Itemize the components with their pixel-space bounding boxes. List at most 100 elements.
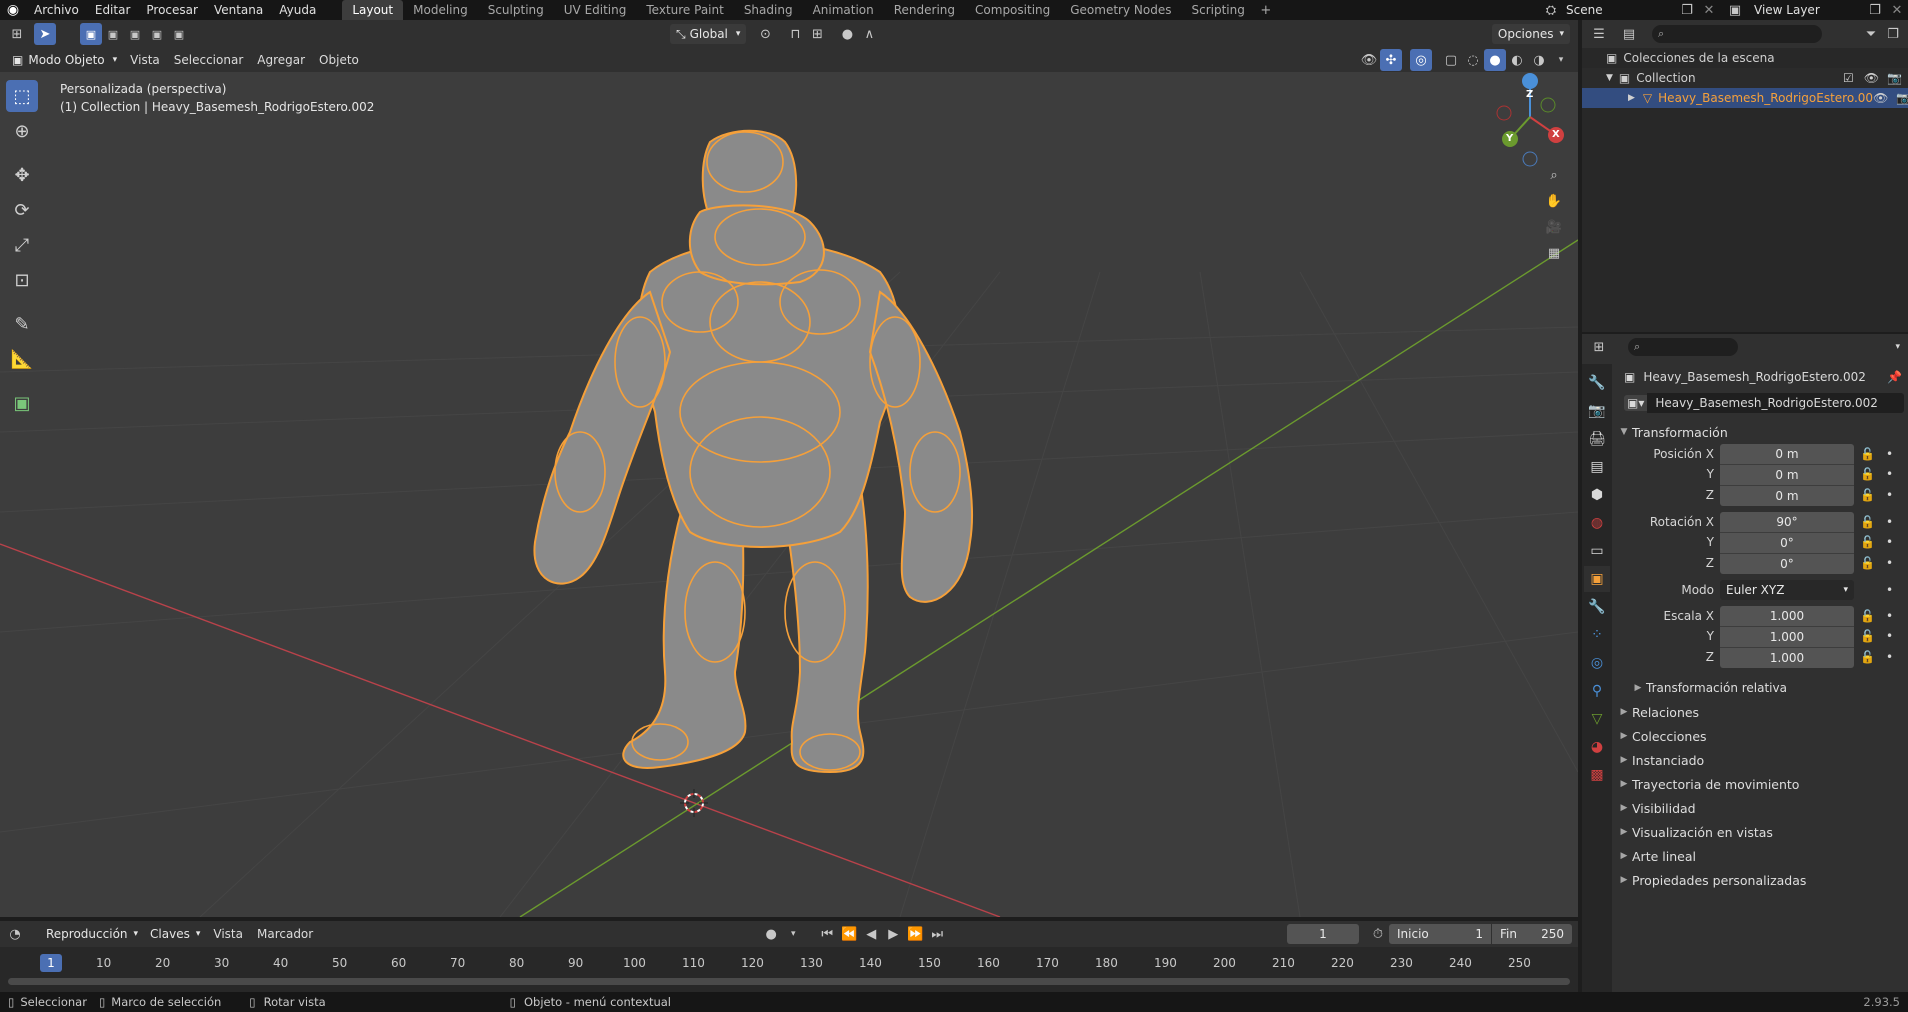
- output-tab-icon[interactable]: 🖨: [1584, 426, 1610, 452]
- outliner-search-input[interactable]: ⌕: [1652, 25, 1822, 43]
- tab-scripting[interactable]: Scripting: [1181, 0, 1254, 20]
- delta-transform-subpanel[interactable]: ▶ Transformación relativa: [1616, 676, 1904, 700]
- scale-z-field[interactable]: 1.000: [1720, 647, 1854, 668]
- select-tool-icon[interactable]: ➤: [34, 23, 56, 45]
- keyframe-dot-icon[interactable]: •: [1886, 464, 1900, 485]
- properties-search-input[interactable]: ⌕: [1628, 338, 1738, 356]
- constraints-tab-icon[interactable]: ⚲: [1584, 678, 1610, 704]
- render-tab-icon[interactable]: 📷: [1584, 398, 1610, 424]
- snap-target-icon[interactable]: ⊞: [806, 23, 828, 45]
- instancing-panel[interactable]: ▶ Instanciado: [1616, 748, 1904, 772]
- keyframe-dot-icon[interactable]: •: [1886, 580, 1900, 600]
- scene-tab-icon[interactable]: ⬢: [1584, 482, 1610, 508]
- tab-sculpting[interactable]: Sculpting: [478, 0, 554, 20]
- physics-tab-icon[interactable]: ◎: [1584, 650, 1610, 676]
- expand-object-icon[interactable]: ▶: [1628, 93, 1635, 103]
- collection-render-icon[interactable]: 📷: [1887, 71, 1902, 85]
- timeline-marker-menu[interactable]: Marcador: [250, 927, 320, 941]
- snap-icon[interactable]: ⊓: [784, 23, 806, 45]
- menu-ventana[interactable]: Ventana: [206, 0, 271, 20]
- expand-collection-icon[interactable]: ▼: [1606, 73, 1613, 83]
- menu-agregar[interactable]: Agregar: [250, 53, 312, 67]
- play-icon[interactable]: ▶: [882, 923, 904, 945]
- timeline-scrollbar[interactable]: [8, 978, 1570, 985]
- keyframe-dot-icon[interactable]: •: [1886, 626, 1900, 647]
- select-box-tool-icon[interactable]: ⬚: [6, 80, 38, 112]
- tab-animation[interactable]: Animation: [803, 0, 884, 20]
- lock-icon[interactable]: 🔓: [1860, 532, 1880, 553]
- select-mode-new-icon[interactable]: ▣: [80, 23, 102, 45]
- material-tab-icon[interactable]: ◕: [1584, 734, 1610, 760]
- rotation-x-field[interactable]: 90°: [1720, 512, 1854, 532]
- rotate-tool-icon[interactable]: ⟳: [6, 194, 38, 226]
- menu-ayuda[interactable]: Ayuda: [271, 0, 324, 20]
- particles-tab-icon[interactable]: ⁘: [1584, 622, 1610, 648]
- annotate-tool-icon[interactable]: ✎: [6, 308, 38, 340]
- material-shading-icon[interactable]: ◐: [1506, 49, 1528, 71]
- pin-icon[interactable]: 📌: [1887, 370, 1902, 384]
- tab-uv-editing[interactable]: UV Editing: [554, 0, 637, 20]
- lock-icon[interactable]: 🔓: [1860, 647, 1880, 668]
- new-collection-icon[interactable]: ❐: [1882, 23, 1904, 45]
- rotation-z-field[interactable]: 0°: [1720, 553, 1854, 574]
- select-mode-subtract-icon[interactable]: ▣: [124, 23, 146, 45]
- menu-seleccionar[interactable]: Seleccionar: [167, 53, 250, 67]
- tab-shading[interactable]: Shading: [734, 0, 803, 20]
- 3d-viewport[interactable]: Z X Y Personalizada (perspectiva) (1) Co…: [0, 72, 1578, 917]
- camera-view-icon[interactable]: 🎥: [1543, 216, 1565, 238]
- chevron-down-icon[interactable]: ▾: [1895, 342, 1900, 352]
- transform-tool-icon[interactable]: ⊡: [6, 264, 38, 296]
- current-frame-field[interactable]: 1: [1287, 924, 1359, 944]
- visibility-panel[interactable]: ▶ Visibilidad: [1616, 796, 1904, 820]
- collection-checkbox-icon[interactable]: ☑: [1843, 71, 1854, 85]
- editor-type-icon[interactable]: ⊞: [6, 23, 28, 45]
- transform-panel-header[interactable]: ▼ Transformación: [1616, 420, 1904, 444]
- jump-to-end-icon[interactable]: ⏭: [926, 923, 948, 945]
- measure-tool-icon[interactable]: 📐: [6, 343, 38, 375]
- menu-archivo[interactable]: Archivo: [26, 0, 87, 20]
- lock-icon[interactable]: 🔓: [1860, 553, 1880, 574]
- object-name-field[interactable]: Heavy_Basemesh_RodrigoEstero.002: [1647, 393, 1904, 413]
- position-x-field[interactable]: 0 m: [1720, 444, 1854, 464]
- tab-rendering[interactable]: Rendering: [884, 0, 965, 20]
- scale-tool-icon[interactable]: ⤢: [6, 229, 38, 261]
- timeline-editor-type-icon[interactable]: ◔: [4, 923, 26, 945]
- tab-geometry-nodes[interactable]: Geometry Nodes: [1060, 0, 1181, 20]
- proportional-edit-icon[interactable]: ●: [836, 23, 858, 45]
- select-mode-intersect-icon[interactable]: ▣: [168, 23, 190, 45]
- zoom-icon[interactable]: ⌕: [1543, 164, 1565, 186]
- motion-paths-panel[interactable]: ▶ Trayectoria de movimiento: [1616, 772, 1904, 796]
- xray-toggle-icon[interactable]: ▢: [1440, 49, 1462, 71]
- rotation-mode-dropdown[interactable]: Euler XYZ ▾: [1720, 580, 1854, 600]
- keyframe-dot-icon[interactable]: •: [1886, 553, 1900, 574]
- keyframe-dot-icon[interactable]: •: [1886, 606, 1900, 626]
- keyframe-dot-icon[interactable]: •: [1886, 647, 1900, 668]
- options-dropdown[interactable]: Opciones ▾: [1491, 24, 1570, 44]
- custom-properties-panel[interactable]: ▶ Propiedades personalizadas: [1616, 868, 1904, 892]
- select-mode-extend-icon[interactable]: ▣: [102, 23, 124, 45]
- jump-to-keyframe-forward-icon[interactable]: ⏩: [904, 923, 926, 945]
- auto-keying-icon[interactable]: ●: [760, 923, 782, 945]
- jump-to-start-icon[interactable]: ⏮: [816, 923, 838, 945]
- frame-ruler[interactable]: 1 10 20 30 40 50 60 70 80 90 100 110 120…: [0, 953, 1578, 975]
- scale-x-field[interactable]: 1.000: [1720, 606, 1854, 626]
- wireframe-shading-icon[interactable]: ◌: [1462, 49, 1484, 71]
- delete-view-layer-icon[interactable]: ✕: [1886, 0, 1908, 21]
- menu-objeto[interactable]: Objeto: [312, 53, 366, 67]
- move-tool-icon[interactable]: ✥: [6, 159, 38, 191]
- keyframe-dot-icon[interactable]: •: [1886, 444, 1900, 464]
- pan-hand-icon[interactable]: ✋: [1543, 190, 1565, 212]
- data-tab-icon[interactable]: ▽: [1584, 706, 1610, 732]
- add-cube-tool-icon[interactable]: ▣: [6, 387, 38, 419]
- outliner-editor-type-icon[interactable]: ☰: [1588, 23, 1610, 45]
- modifiers-tab-icon[interactable]: 🔧: [1584, 594, 1610, 620]
- properties-editor-type-icon[interactable]: ⊞: [1588, 336, 1610, 358]
- visibility-filter-icon[interactable]: 👁: [1358, 49, 1380, 71]
- line-art-panel[interactable]: ▶ Arte lineal: [1616, 844, 1904, 868]
- lock-icon[interactable]: 🔓: [1860, 464, 1880, 485]
- jump-to-keyframe-back-icon[interactable]: ⏪: [838, 923, 860, 945]
- position-z-field[interactable]: 0 m: [1720, 485, 1854, 506]
- menu-vista[interactable]: Vista: [123, 53, 167, 67]
- start-frame-field[interactable]: Inicio 1: [1389, 924, 1491, 944]
- preview-range-icon[interactable]: ⏱: [1367, 923, 1389, 945]
